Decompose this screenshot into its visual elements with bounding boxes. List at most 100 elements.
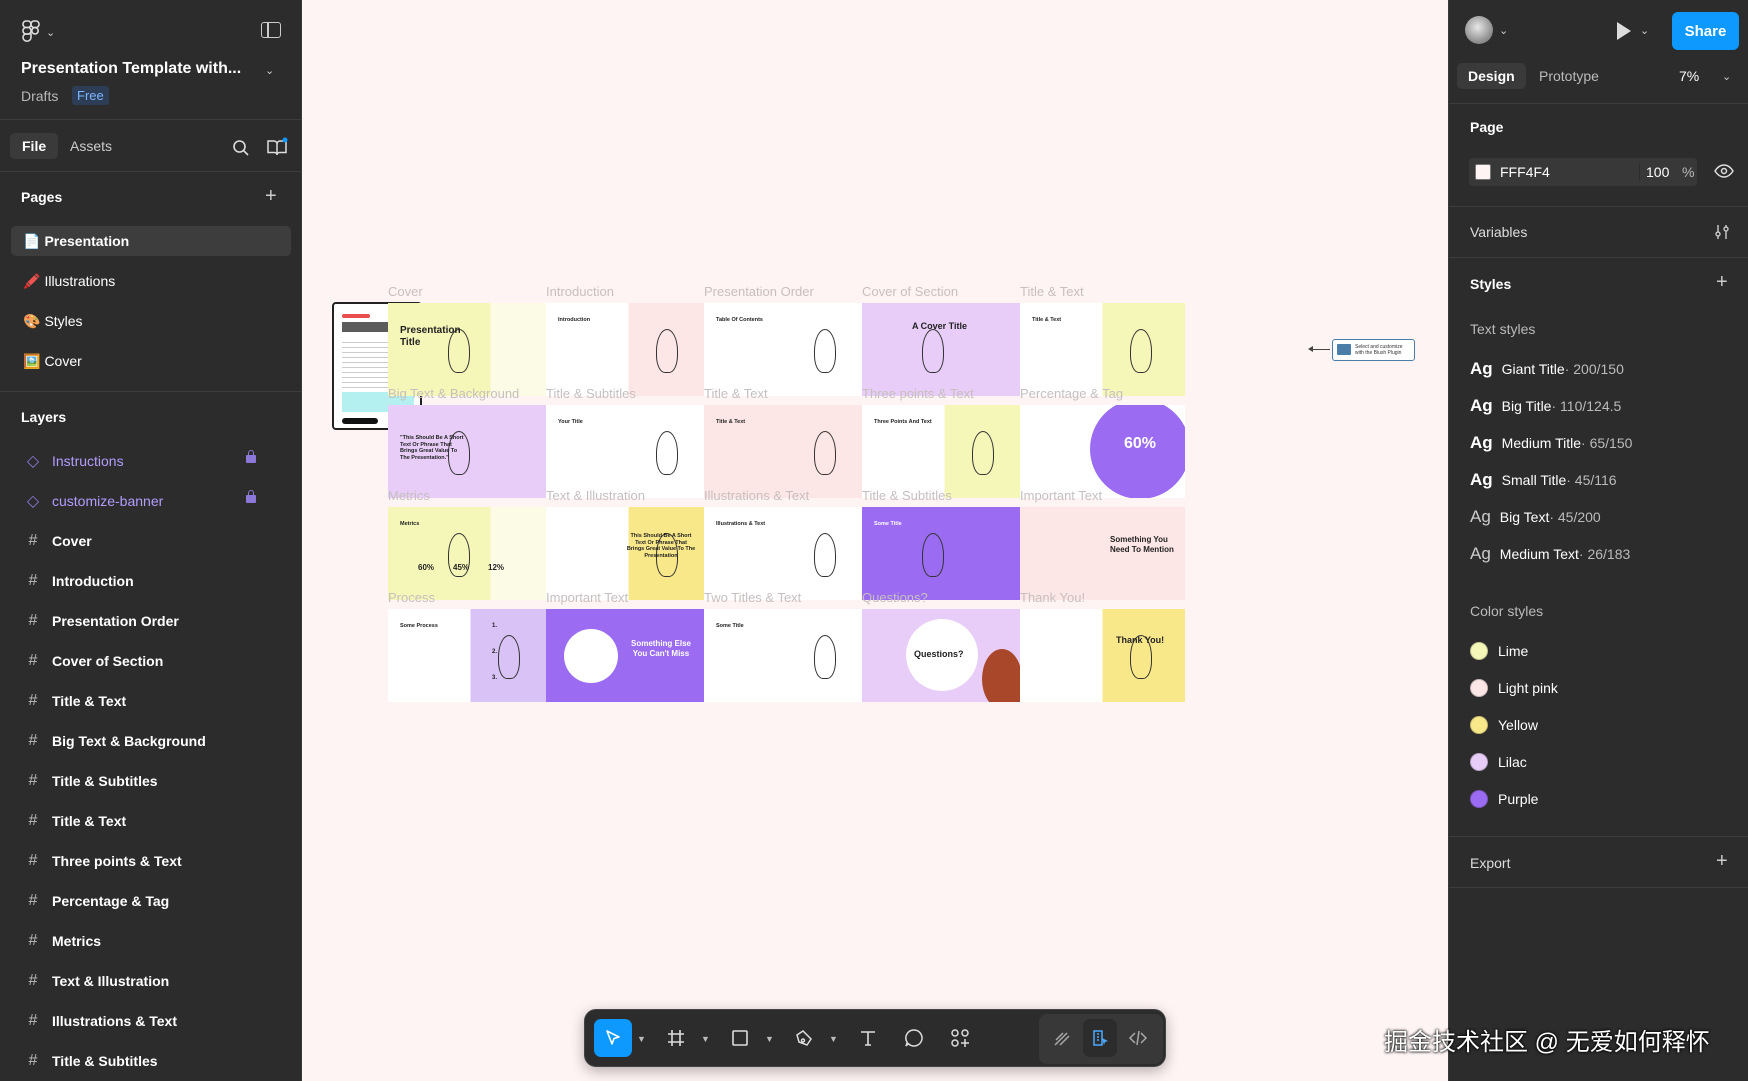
color-style-item[interactable]: Light pink (1470, 679, 1558, 697)
layer-row[interactable]: # Cover (0, 523, 302, 559)
dev-mode-icon[interactable] (1121, 1019, 1155, 1057)
color-style-item[interactable]: Lime (1470, 642, 1528, 660)
file-title[interactable]: Presentation Template with... (21, 60, 241, 78)
slide-frame[interactable]: Questions? (862, 609, 1027, 702)
slide-label[interactable]: Thank You! (1020, 590, 1085, 605)
slide-frame[interactable]: Illustrations & Text (704, 507, 869, 600)
add-export-icon[interactable]: + (1716, 851, 1728, 871)
layer-row[interactable]: ◇ customize-banner (0, 483, 302, 519)
lock-icon[interactable] (246, 490, 256, 503)
slide-label[interactable]: Title & Text (704, 386, 768, 401)
slide-frame[interactable]: A Cover Title (862, 303, 1027, 396)
layer-row[interactable]: # Text & Illustration (0, 963, 302, 999)
zoom-chevron-icon[interactable]: ⌄ (1722, 70, 1731, 83)
layer-row[interactable]: # Cover of Section (0, 643, 302, 679)
slide-label[interactable]: Title & Text (1020, 284, 1084, 299)
text-tool-icon[interactable] (849, 1019, 887, 1057)
search-icon[interactable] (232, 139, 250, 162)
drafts-link[interactable]: Drafts (21, 88, 58, 104)
slide-frame[interactable]: This Should Be A Short Text Or Phrase Th… (546, 507, 711, 600)
tab-file[interactable]: File (10, 133, 59, 159)
slide-frame[interactable]: Table Of Contents (704, 303, 869, 396)
slide-label[interactable]: Percentage & Tag (1020, 386, 1123, 401)
slide-label[interactable]: Three points & Text (862, 386, 974, 401)
text-style-item[interactable]: Ag Giant Title · 200/150 (1470, 359, 1624, 379)
slide-label[interactable]: Important Text (1020, 488, 1102, 503)
add-page-icon[interactable]: + (265, 186, 277, 206)
canvas[interactable]: Cover Presentation Title Introduction Intro… (302, 0, 1448, 1081)
layer-row[interactable]: # Introduction (0, 563, 302, 599)
pen-tool-icon[interactable] (785, 1019, 823, 1057)
comment-tool-icon[interactable] (895, 1019, 933, 1057)
actions-tool-icon[interactable] (941, 1019, 979, 1057)
add-style-icon[interactable]: + (1716, 272, 1728, 292)
slide-label[interactable]: Title & Subtitles (862, 488, 952, 503)
tab-prototype[interactable]: Prototype (1539, 68, 1599, 84)
page-item-cover[interactable]: 🖼️ Cover (11, 346, 291, 376)
main-menu-chevron-icon[interactable]: ⌄ (46, 26, 55, 39)
layer-row[interactable]: # Illustrations & Text (0, 1003, 302, 1039)
figma-logo-icon[interactable] (22, 20, 40, 48)
shape-tool-chevron-icon[interactable]: ▼ (765, 1034, 774, 1044)
design-mode-icon[interactable] (1083, 1019, 1117, 1057)
slide-frame[interactable]: 60% (1020, 405, 1185, 498)
color-style-item[interactable]: Yellow (1470, 716, 1538, 734)
layer-row[interactable]: ◇ Instructions (0, 443, 302, 479)
share-button[interactable]: Share (1672, 12, 1739, 50)
slide-label[interactable]: Introduction (546, 284, 614, 299)
page-item-illustrations[interactable]: 🖍️ Illustrations (11, 266, 291, 296)
file-title-chevron-icon[interactable]: ⌄ (265, 64, 274, 77)
move-tool-icon[interactable] (594, 1019, 632, 1057)
slide-label[interactable]: Process (388, 590, 435, 605)
variables-icon[interactable] (1714, 224, 1730, 243)
text-style-item[interactable]: Ag Small Title · 45/116 (1470, 470, 1617, 490)
page-item-presentation[interactable]: 📄 Presentation (11, 226, 291, 256)
page-fill-opacity[interactable]: 100 (1639, 164, 1679, 180)
text-style-item[interactable]: Ag Big Text · 45/200 (1470, 507, 1601, 527)
page-fill-hex[interactable]: FFF4F4 (1500, 164, 1550, 180)
slide-label[interactable]: Cover of Section (862, 284, 958, 299)
slide-label[interactable]: Title & Subtitles (546, 386, 636, 401)
slide-frame[interactable]: Something Else You Can't Miss (546, 609, 711, 702)
eye-icon[interactable] (1714, 164, 1734, 183)
page-item-styles[interactable]: 🎨 Styles (11, 306, 291, 336)
avatar-chevron-icon[interactable]: ⌄ (1499, 24, 1508, 37)
frame-tool-chevron-icon[interactable]: ▼ (701, 1034, 710, 1044)
color-style-item[interactable]: Lilac (1470, 753, 1527, 771)
slide-frame[interactable]: "This Should Be A Short Text Or Phrase T… (388, 405, 553, 498)
layer-row[interactable]: # Metrics (0, 923, 302, 959)
present-chevron-icon[interactable]: ⌄ (1640, 24, 1649, 37)
toggle-sidebar-icon[interactable] (261, 22, 281, 38)
frame-tool-icon[interactable] (657, 1019, 695, 1057)
slide-frame[interactable]: Presentation Title (388, 303, 553, 396)
layer-row[interactable]: # Title & Text (0, 803, 302, 839)
slide-frame[interactable]: Introduction (546, 303, 711, 396)
present-play-icon[interactable] (1617, 22, 1631, 40)
draw-mode-icon[interactable] (1045, 1019, 1079, 1057)
move-tool-chevron-icon[interactable]: ▼ (637, 1034, 646, 1044)
slide-frame[interactable]: Something You Need To Mention (1020, 507, 1185, 600)
layer-row[interactable]: # Title & Subtitles (0, 763, 302, 799)
slide-frame[interactable]: Title & Text (1020, 303, 1185, 396)
rectangle-tool-icon[interactable] (721, 1019, 759, 1057)
slide-label[interactable]: Questions? (862, 590, 928, 605)
avatar[interactable] (1465, 16, 1493, 44)
slide-frame[interactable]: Three Points And Text (862, 405, 1027, 498)
tab-assets[interactable]: Assets (70, 138, 112, 154)
slide-frame[interactable]: Your Title (546, 405, 711, 498)
slide-label[interactable]: Important Text (546, 590, 628, 605)
lock-icon[interactable] (246, 450, 256, 463)
zoom-level[interactable]: 7% (1679, 68, 1699, 84)
text-style-item[interactable]: Ag Big Title · 110/124.5 (1470, 396, 1621, 416)
slide-frame[interactable]: Thank You! (1020, 609, 1185, 702)
slide-label[interactable]: Presentation Order (704, 284, 814, 299)
slide-label[interactable]: Two Titles & Text (704, 590, 801, 605)
slide-label[interactable]: Big Text & Background (388, 386, 519, 401)
variables-header[interactable]: Variables (1470, 224, 1527, 240)
color-style-item[interactable]: Purple (1470, 790, 1538, 808)
layer-row[interactable]: # Percentage & Tag (0, 883, 302, 919)
slide-frame[interactable]: Some Process 1. 2. 3. (388, 609, 553, 702)
slide-label[interactable]: Illustrations & Text (704, 488, 809, 503)
customize-banner[interactable]: Select and customize with the Blush Plug… (1332, 339, 1415, 361)
slide-frame[interactable]: Some Title (704, 609, 869, 702)
